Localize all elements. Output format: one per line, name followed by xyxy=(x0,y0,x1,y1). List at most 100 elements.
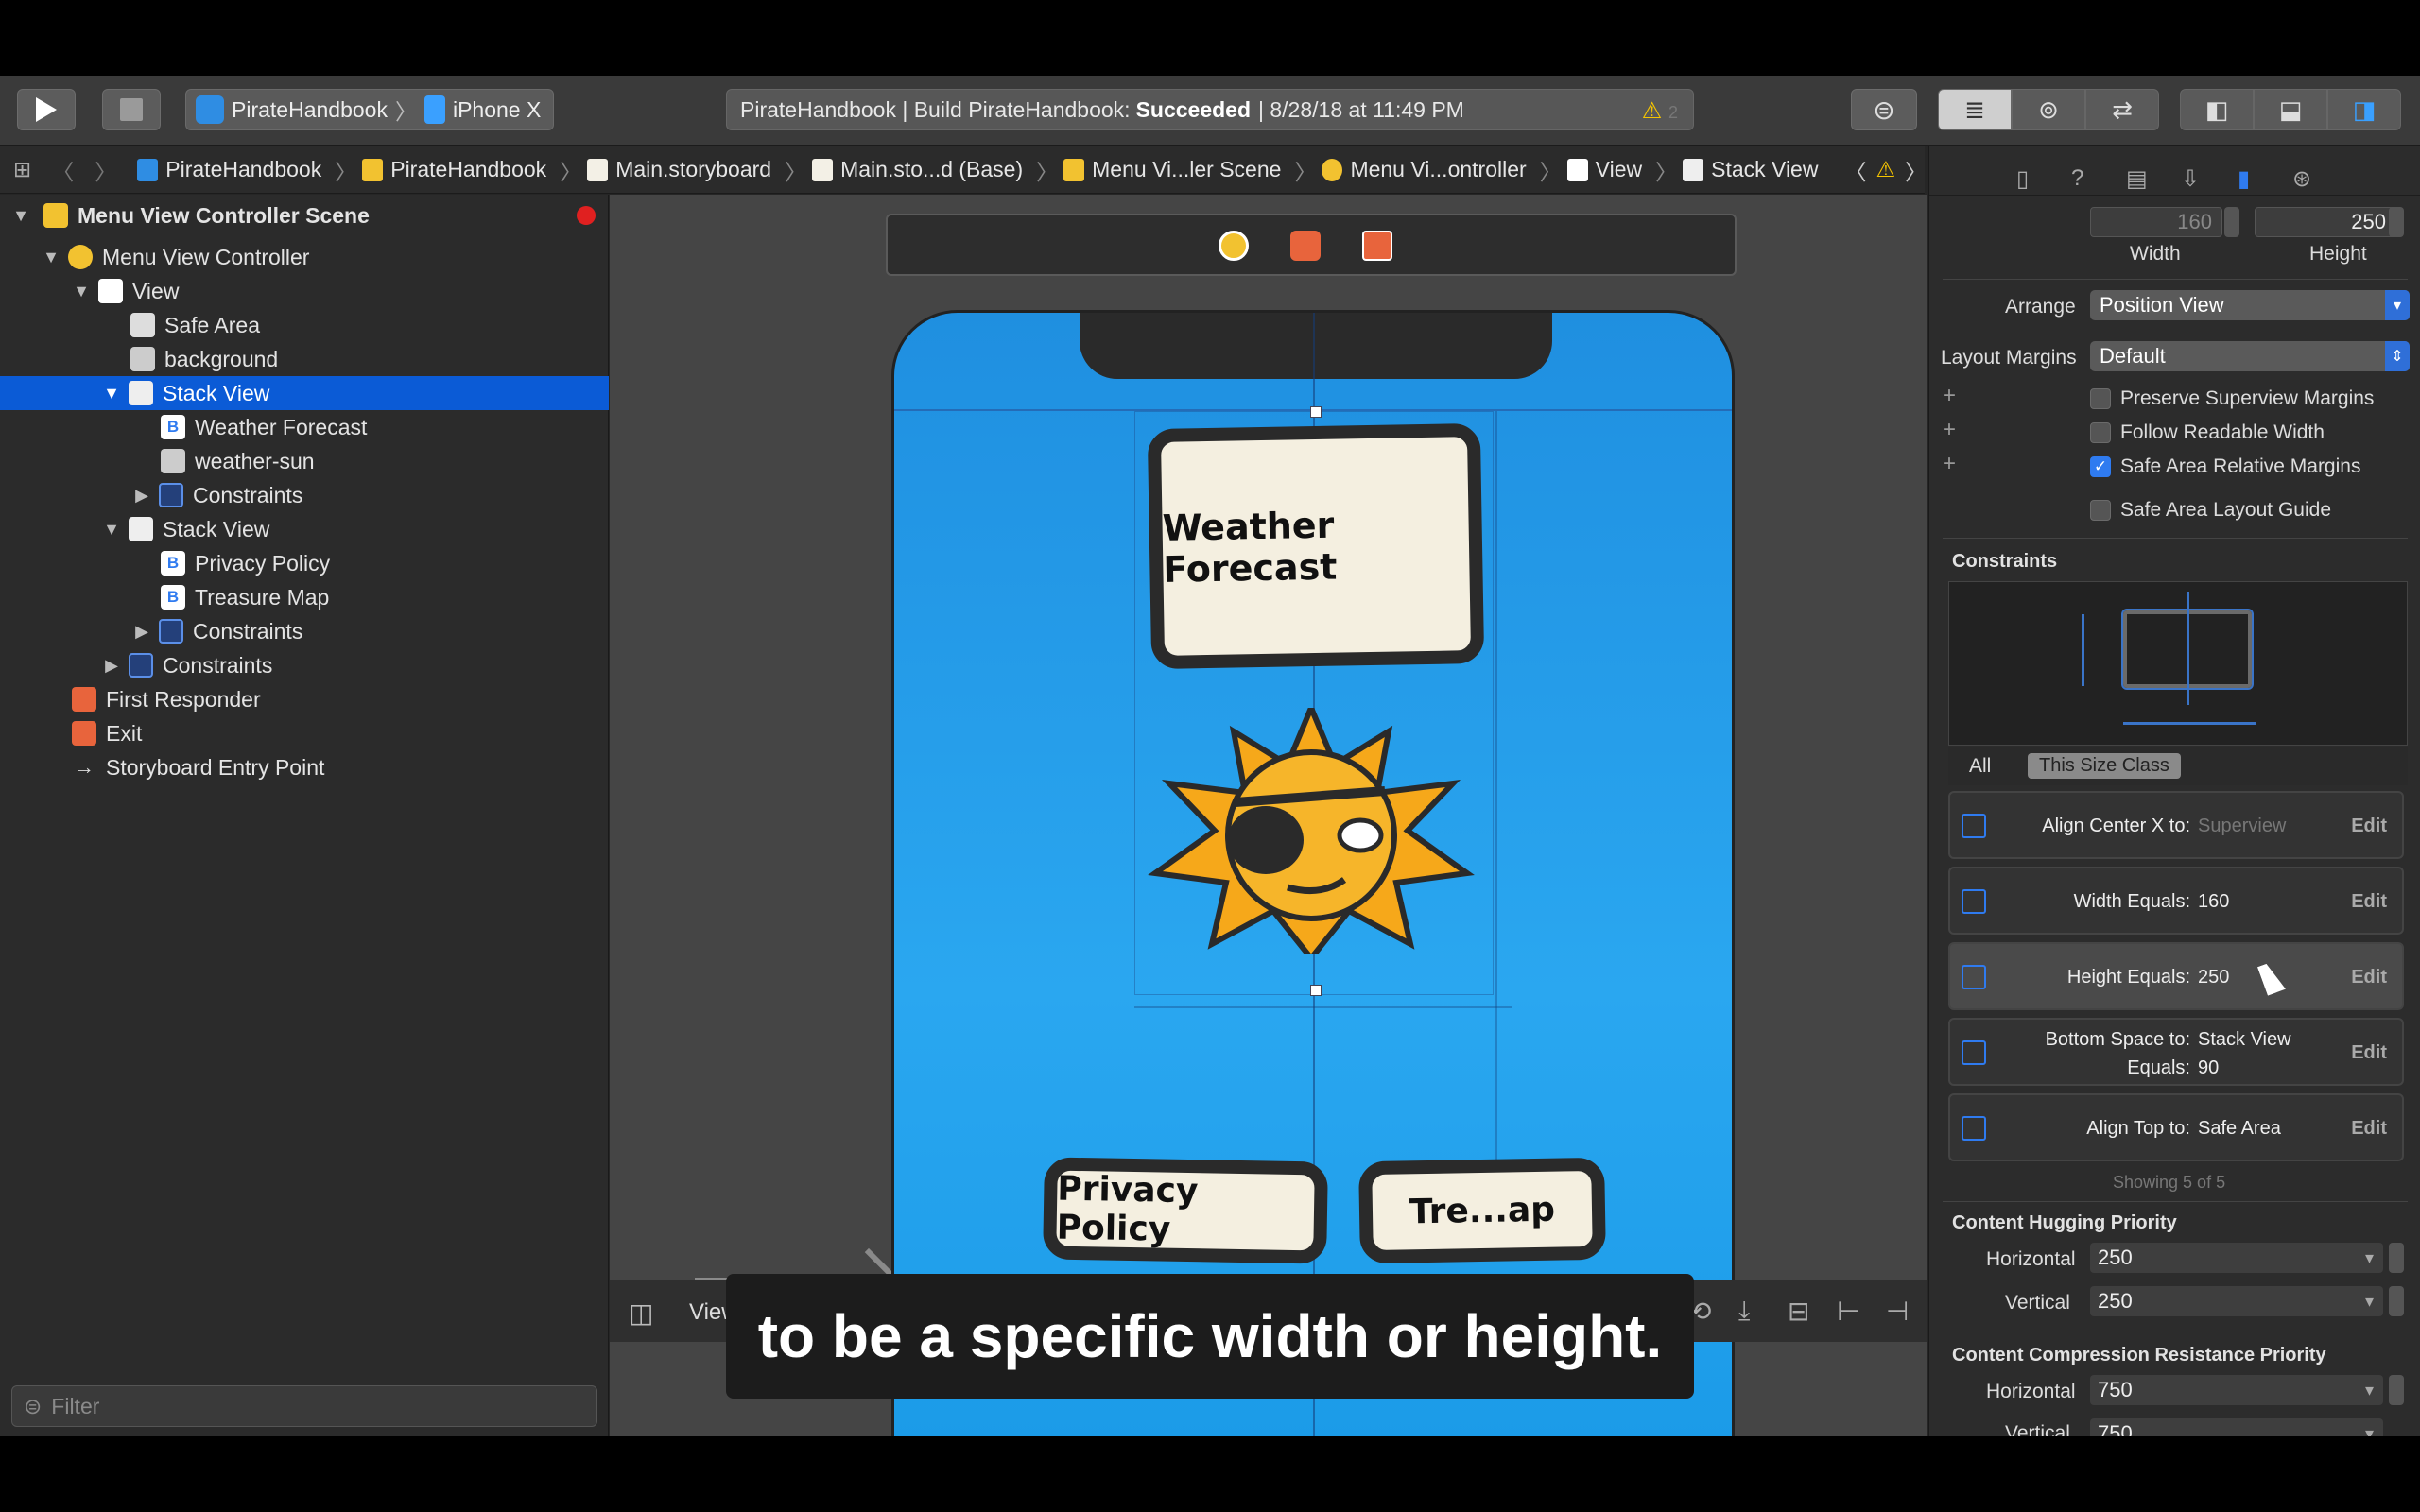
activity-viewer[interactable]: PirateHandbook | Build PirateHandbook: S… xyxy=(726,89,1694,130)
pirate-sun-image[interactable] xyxy=(1141,708,1481,954)
disclosure-closed-icon[interactable]: ▶ xyxy=(132,486,151,506)
height-field[interactable]: 250 xyxy=(2255,207,2396,237)
error-icon[interactable] xyxy=(577,206,596,225)
warning-icon[interactable]: ⚠ xyxy=(1876,157,1895,182)
library-button[interactable]: ⊜ xyxy=(1851,89,1917,130)
layout-margins-popup[interactable]: Default ⇕ xyxy=(2090,341,2410,371)
outline-item[interactable]: ▶ Constraints xyxy=(0,478,609,512)
outline-item[interactable]: B Weather Forecast xyxy=(0,410,609,444)
outline-item[interactable]: background xyxy=(0,342,609,376)
issue-forward-icon[interactable]: 〉 xyxy=(1905,154,1925,186)
follow-readable-width-checkbox[interactable] xyxy=(2090,422,2111,443)
identity-inspector-icon[interactable]: ▤ xyxy=(2126,165,2148,193)
outline-item[interactable]: B Privacy Policy xyxy=(0,546,609,580)
edit-button[interactable]: Edit xyxy=(2351,1042,2387,1064)
first-responder-icon[interactable] xyxy=(1290,231,1321,261)
edit-button[interactable]: Edit xyxy=(2351,967,2387,988)
height-stepper[interactable] xyxy=(2389,207,2404,237)
help-inspector-icon[interactable]: ? xyxy=(2071,165,2083,192)
storyboard-canvas[interactable]: Weather Forecast Privacy Policy Tre...ap xyxy=(610,195,1927,1436)
device-name[interactable]: iPhone X xyxy=(453,97,541,123)
outline-item[interactable]: ▶ Constraints xyxy=(0,614,609,648)
width-stepper[interactable] xyxy=(2224,207,2239,237)
filter-field[interactable]: ⊜ Filter xyxy=(11,1385,597,1427)
issue-back-icon[interactable]: 〈 xyxy=(1844,154,1866,186)
outline-item[interactable]: ▶ Constraints xyxy=(0,648,609,682)
outline-item[interactable]: Safe Area xyxy=(0,308,609,342)
exit-icon[interactable] xyxy=(1362,231,1392,261)
outline-item[interactable]: ▼ Menu View Controller xyxy=(0,240,609,274)
disclosure-open-icon[interactable]: ▼ xyxy=(72,282,91,301)
outline-item[interactable]: weather-sun xyxy=(0,444,609,478)
breadcrumb-folder[interactable]: PirateHandbook 〉 xyxy=(362,154,581,186)
outline-item-selected[interactable]: ▼ Stack View xyxy=(0,376,609,410)
hugging-horizontal-select[interactable]: 250 xyxy=(2090,1243,2383,1273)
toggle-outline-icon[interactable]: ◫ xyxy=(629,1297,653,1329)
width-field[interactable]: 160 xyxy=(2090,207,2222,237)
breadcrumb-project[interactable]: PirateHandbook 〉 xyxy=(137,154,356,186)
breadcrumb-stack-view[interactable]: Stack View xyxy=(1683,157,1818,182)
edit-button[interactable]: Edit xyxy=(2351,891,2387,913)
hugging-horizontal-stepper[interactable] xyxy=(2389,1243,2404,1273)
compression-horizontal-select[interactable]: 750 xyxy=(2090,1375,2383,1405)
resize-handle[interactable] xyxy=(1310,985,1322,996)
constraint-row-width[interactable]: Width Equals: 160 Edit xyxy=(1948,867,2404,935)
outline-item[interactable]: → Storyboard Entry Point xyxy=(0,750,609,784)
disclosure-open-icon[interactable]: ▼ xyxy=(11,206,30,226)
breadcrumb-view[interactable]: View 〉 xyxy=(1566,154,1677,186)
breadcrumb-storyboard[interactable]: Main.storyboard 〉 xyxy=(587,154,806,186)
outline-item[interactable]: ▼ View xyxy=(0,274,609,308)
outline-item[interactable]: B Treasure Map xyxy=(0,580,609,614)
run-button[interactable] xyxy=(17,89,76,130)
stop-button[interactable] xyxy=(102,89,161,130)
hugging-vertical-stepper[interactable] xyxy=(2389,1286,2404,1316)
constraint-row-center-x[interactable]: Align Center X to: Superview Edit xyxy=(1948,791,2404,859)
disclosure-open-icon[interactable]: ▼ xyxy=(102,520,121,540)
warning-icon[interactable]: ⚠ 2 xyxy=(1642,97,1678,125)
arrange-popup[interactable]: Position View ▾ xyxy=(2090,290,2410,320)
version-editor-button[interactable]: ⇄ xyxy=(2085,89,2159,130)
constraint-row-height[interactable]: Height Equals: 250 Edit xyxy=(1948,942,2404,1010)
outline-item[interactable]: ▼ Menu View Controller Scene xyxy=(0,198,609,232)
view-controller-icon[interactable] xyxy=(1219,231,1249,261)
breadcrumb-storyboard-base[interactable]: Main.sto...d (Base) 〉 xyxy=(812,154,1058,186)
hugging-vertical-select[interactable]: 250 xyxy=(2090,1286,2383,1316)
embed-in-icon[interactable]: ⤓ xyxy=(1738,1296,1750,1327)
outline-item[interactable]: Exit xyxy=(0,716,609,750)
outline-item[interactable]: First Responder xyxy=(0,682,609,716)
compression-horizontal-stepper[interactable] xyxy=(2389,1375,2404,1405)
assistant-editor-button[interactable]: ⊚ xyxy=(2012,89,2085,130)
breadcrumb-controller[interactable]: Menu Vi...ontroller 〉 xyxy=(1322,154,1562,186)
scheme-selector[interactable]: PirateHandbook 〉 iPhone X xyxy=(185,89,554,130)
filter-all-button[interactable]: All xyxy=(1969,755,1991,778)
toggle-debug-button[interactable]: ⬓ xyxy=(2254,89,2327,130)
plus-icon[interactable]: + xyxy=(1943,417,1956,443)
add-constraints-icon[interactable]: ⊢ xyxy=(1837,1296,1859,1327)
edit-button[interactable]: Edit xyxy=(2351,816,2387,837)
constraint-row-bottom-space[interactable]: Bottom Space to: Stack View Equals: 90 Edit xyxy=(1948,1018,2404,1086)
toggle-inspector-button[interactable]: ◨ xyxy=(2327,89,2401,130)
disclosure-open-icon[interactable]: ▼ xyxy=(42,248,60,267)
forward-icon[interactable]: 〉 xyxy=(95,154,116,186)
compression-vertical-select[interactable]: 750 xyxy=(2090,1418,2383,1436)
back-icon[interactable]: 〈 xyxy=(52,154,74,186)
size-inspector-icon[interactable]: ▮ xyxy=(2238,165,2250,193)
resolve-issues-icon[interactable]: ⊣ xyxy=(1886,1296,1909,1327)
disclosure-closed-icon[interactable]: ▶ xyxy=(132,622,151,642)
resize-handle[interactable] xyxy=(1310,406,1322,418)
filter-size-class-button[interactable]: This Size Class xyxy=(2028,753,2181,779)
breadcrumb-scene[interactable]: Menu Vi...ler Scene 〉 xyxy=(1063,154,1316,186)
plus-icon[interactable]: + xyxy=(1943,451,1956,477)
plus-icon[interactable]: + xyxy=(1943,383,1956,409)
align-icon[interactable]: ⊟ xyxy=(1788,1296,1809,1327)
weather-forecast-button[interactable]: Weather Forecast xyxy=(1147,422,1485,670)
treasure-map-button[interactable]: Tre...ap xyxy=(1358,1157,1606,1264)
privacy-policy-button[interactable]: Privacy Policy xyxy=(1043,1157,1328,1264)
outline-item[interactable]: ▼ Stack View xyxy=(0,512,609,546)
disclosure-closed-icon[interactable]: ▶ xyxy=(102,656,121,676)
attributes-inspector-icon[interactable]: ⇩ xyxy=(2181,165,2200,193)
toggle-navigator-button[interactable]: ◧ xyxy=(2180,89,2254,130)
preserve-superview-checkbox[interactable] xyxy=(2090,388,2111,409)
grid-icon[interactable]: ⊞ xyxy=(13,157,31,182)
constraint-row-align-top[interactable]: Align Top to: Safe Area Edit xyxy=(1948,1093,2404,1161)
